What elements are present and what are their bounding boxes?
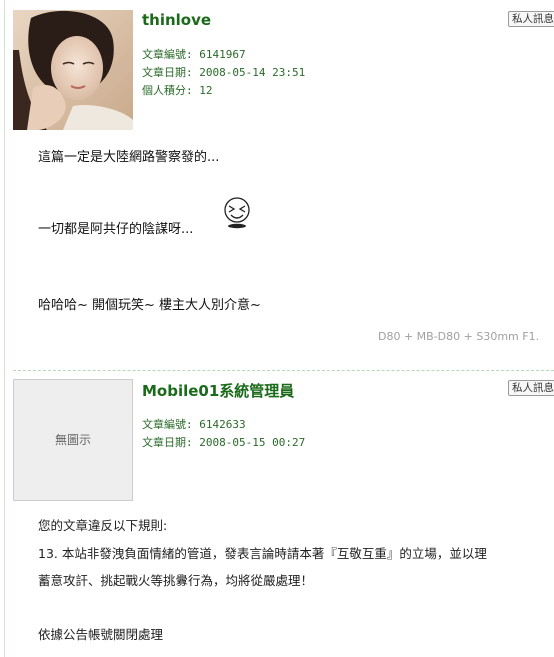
signature: D80 + MB-D80 + S30mm F1.: [378, 330, 540, 343]
post-body-line: 這篇一定是大陸網路警察發的...: [38, 150, 220, 165]
post-body-line: 您的文章違反以下規則:: [38, 518, 168, 533]
laughing-emoticon-icon: [224, 197, 250, 229]
post-body-line: 蓄意攻訐、挑起戰火等挑釁行為，均將從嚴處理！: [38, 573, 314, 588]
post-meta: 文章編號: 6142633 文章日期: 2008-05-15 00:27: [142, 416, 305, 452]
post-date: 文章日期: 2008-05-15 00:27: [142, 436, 306, 449]
no-avatar-placeholder: 無圖示: [13, 379, 133, 501]
post-body-line: 一切都是阿共仔的陰謀呀...: [38, 222, 194, 237]
avatar[interactable]: [13, 10, 133, 130]
private-message-button[interactable]: 私人訊息: [508, 380, 554, 396]
post-body-line: 哈哈哈~ 開個玩笑~ 樓主大人別介意~: [38, 298, 261, 313]
post-meta: 文章編號: 6141967 文章日期: 2008-05-14 23:51 個人積…: [142, 46, 305, 100]
post-body-line: 依據公告帳號關閉處理: [38, 627, 164, 642]
user-photo-avatar: [13, 10, 133, 130]
username-link[interactable]: thinlove: [142, 11, 211, 29]
post-divider: [13, 370, 554, 371]
private-message-button[interactable]: 私人訊息: [508, 11, 554, 27]
user-points: 個人積分: 12: [142, 84, 213, 97]
post-date: 文章日期: 2008-05-14 23:51: [142, 66, 306, 79]
post-id: 文章編號: 6142633: [142, 418, 246, 431]
post-body-line: 13. 本站非發洩負面情緒的管道，發表言論時請本著『互敬互重』的立場，並以理: [38, 546, 487, 561]
username-link[interactable]: Mobile01系統管理員: [142, 380, 294, 401]
post-id: 文章編號: 6141967: [142, 48, 246, 61]
left-border-line: [4, 0, 5, 657]
